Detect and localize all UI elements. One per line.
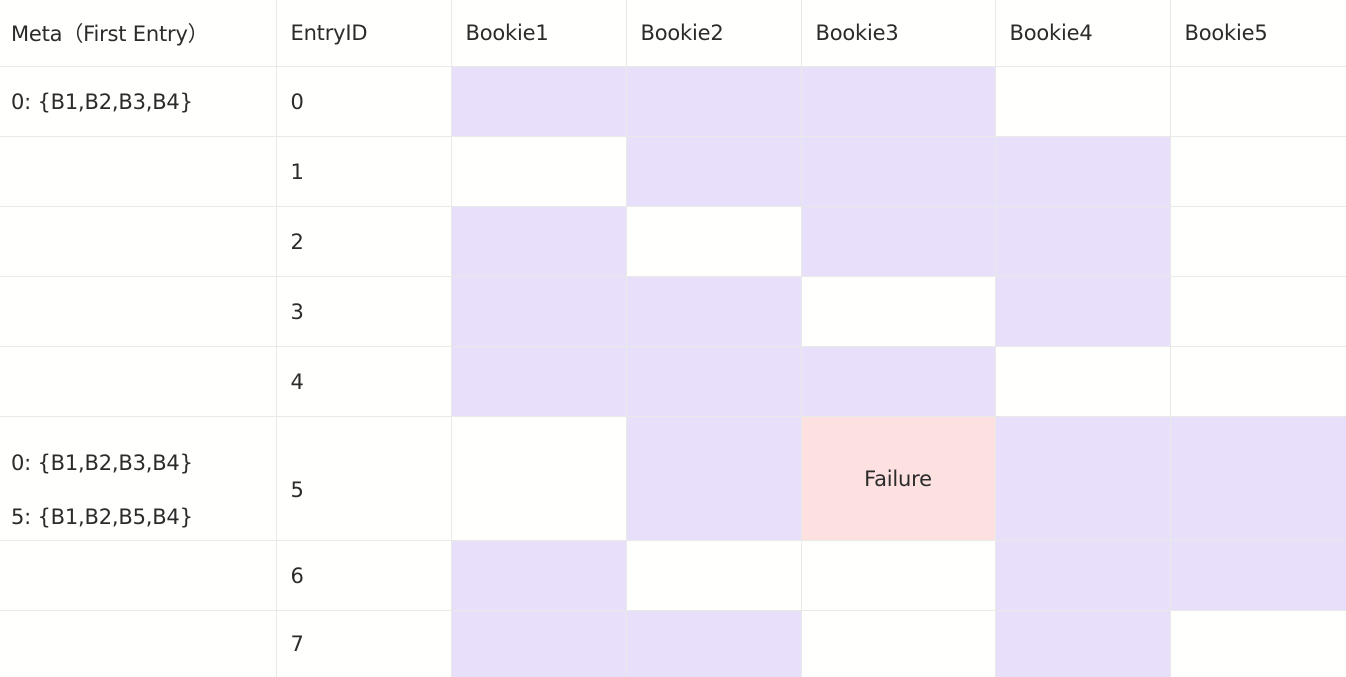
bookie1-cell <box>451 206 627 277</box>
bookie4-cell <box>995 610 1171 677</box>
table-row: 1 <box>0 136 1346 207</box>
meta-cell <box>0 276 277 347</box>
table-row: 0: {B1,B2,B3,B4} 0 <box>0 66 1346 137</box>
bookie-ensemble-table: Meta（First Entry） EntryID Bookie1 Bookie… <box>0 0 1346 677</box>
table-header-row: Meta（First Entry） EntryID Bookie1 Bookie… <box>0 0 1346 67</box>
bookie2-cell <box>626 136 802 207</box>
bookie5-cell <box>1170 276 1346 347</box>
meta-cell <box>0 540 277 611</box>
bookie4-cell <box>995 276 1171 347</box>
bookie4-cell <box>995 540 1171 611</box>
bookie3-cell <box>801 540 996 611</box>
bookie3-cell <box>801 206 996 277</box>
bookie5-cell <box>1170 540 1346 611</box>
bookie2-cell <box>626 66 802 137</box>
entry-id-cell: 1 <box>276 136 452 207</box>
meta-entry: 0: {B1,B2,B3,B4} <box>11 451 193 475</box>
bookie1-cell <box>451 136 627 207</box>
bookie5-cell <box>1170 416 1346 541</box>
header-bookie1: Bookie1 <box>451 0 627 67</box>
table-row: 7 <box>0 610 1346 677</box>
bookie5-cell <box>1170 610 1346 677</box>
bookie1-cell <box>451 346 627 417</box>
bookie2-cell <box>626 610 802 677</box>
table-row: 2 <box>0 206 1346 277</box>
table-row: 4 <box>0 346 1346 417</box>
header-bookie3: Bookie3 <box>801 0 996 67</box>
entry-id-text: 5 <box>290 478 304 502</box>
entry-id-cell: 0 <box>276 66 452 137</box>
meta-entry: 0: {B1,B2,B3,B4} <box>11 89 193 114</box>
entry-id-cell: 3 <box>276 276 452 347</box>
entry-id-cell: 4 <box>276 346 452 417</box>
entry-id-cell: 6 <box>276 540 452 611</box>
bookie3-cell <box>801 276 996 347</box>
meta-cell <box>0 136 277 207</box>
bookie1-cell <box>451 276 627 347</box>
header-bookie5: Bookie5 <box>1170 0 1346 67</box>
bookie2-cell <box>626 276 802 347</box>
meta-cell: 0: {B1,B2,B3,B4} 5: {B1,B2,B5,B4} <box>0 416 277 541</box>
bookie4-cell <box>995 416 1171 541</box>
bookie1-cell <box>451 540 627 611</box>
bookie3-cell <box>801 346 996 417</box>
bookie1-cell <box>451 416 627 541</box>
bookie4-cell <box>995 66 1171 137</box>
bookie1-cell <box>451 66 627 137</box>
bookie2-cell <box>626 540 802 611</box>
meta-cell <box>0 610 277 677</box>
bookie4-cell <box>995 346 1171 417</box>
table-row: 6 <box>0 540 1346 611</box>
meta-entry: 5: {B1,B2,B5,B4} <box>11 505 193 529</box>
meta-cell <box>0 206 277 277</box>
bookie4-cell <box>995 206 1171 277</box>
meta-cell: 0: {B1,B2,B3,B4} <box>0 66 277 137</box>
bookie3-cell <box>801 66 996 137</box>
bookie5-cell <box>1170 346 1346 417</box>
bookie1-cell <box>451 610 627 677</box>
entry-id-cell: 5 <box>276 416 452 541</box>
bookie5-cell <box>1170 66 1346 137</box>
bookie2-cell <box>626 346 802 417</box>
bookie3-cell <box>801 136 996 207</box>
bookie2-cell <box>626 206 802 277</box>
bookie4-cell <box>995 136 1171 207</box>
header-meta: Meta（First Entry） <box>0 0 277 67</box>
bookie5-cell <box>1170 136 1346 207</box>
meta-cell <box>0 346 277 417</box>
failure-cell: Failure <box>801 416 996 541</box>
header-bookie4: Bookie4 <box>995 0 1171 67</box>
header-entry-id: EntryID <box>276 0 452 67</box>
table-row: 0: {B1,B2,B3,B4} 5: {B1,B2,B5,B4} 5 Fail… <box>0 416 1346 541</box>
bookie3-cell <box>801 610 996 677</box>
table-row: 3 <box>0 276 1346 347</box>
header-bookie2: Bookie2 <box>626 0 802 67</box>
bookie5-cell <box>1170 206 1346 277</box>
bookie2-cell <box>626 416 802 541</box>
entry-id-cell: 2 <box>276 206 452 277</box>
entry-id-cell: 7 <box>276 610 452 677</box>
